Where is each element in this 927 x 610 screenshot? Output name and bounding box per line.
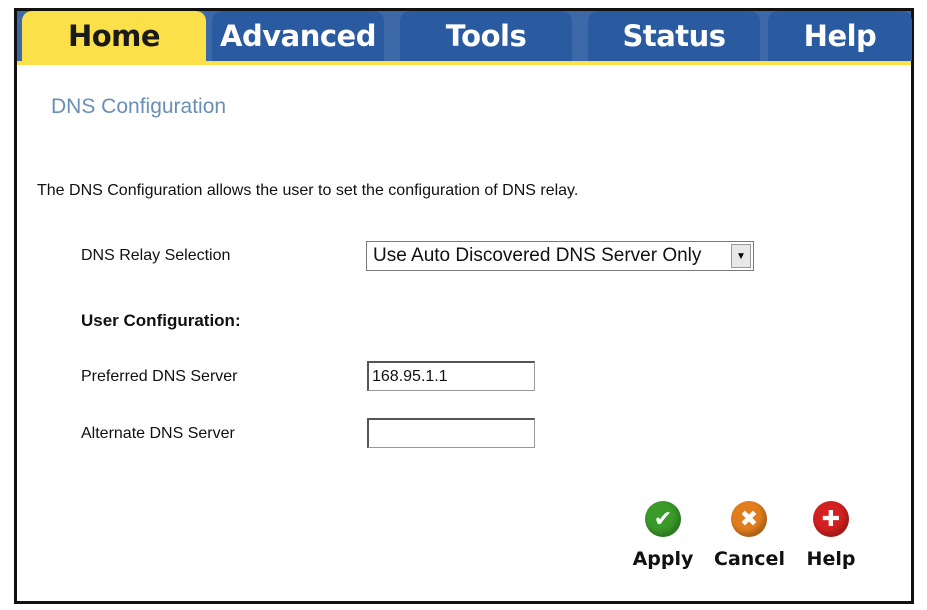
alternate-dns-label: Alternate DNS Server xyxy=(81,425,235,442)
preferred-dns-label: Preferred DNS Server xyxy=(81,368,238,385)
dns-relay-selected-value: Use Auto Discovered DNS Server Only xyxy=(373,245,702,266)
page-description: The DNS Configuration allows the user to… xyxy=(37,182,579,199)
apply-button[interactable]: ✔ Apply xyxy=(628,501,698,570)
tab-underline xyxy=(17,61,911,65)
tab-bar: Home Advanced Tools Status Help xyxy=(17,11,912,61)
cancel-x-icon: ✖ xyxy=(731,501,767,537)
dropdown-arrow-icon[interactable]: ▼ xyxy=(731,244,751,268)
preferred-dns-input[interactable]: 168.95.1.1 xyxy=(367,361,535,391)
page-title: DNS Configuration xyxy=(51,95,227,118)
dns-relay-label: DNS Relay Selection xyxy=(81,247,231,264)
tab-help[interactable]: Help xyxy=(768,11,912,61)
cancel-button[interactable]: ✖ Cancel xyxy=(714,501,785,570)
tab-status[interactable]: Status xyxy=(588,11,760,61)
apply-label: Apply xyxy=(632,548,694,570)
alternate-dns-input[interactable] xyxy=(367,418,535,448)
help-button[interactable]: ✚ Help xyxy=(796,501,866,570)
tab-home[interactable]: Home xyxy=(22,11,206,61)
router-config-window: Home Advanced Tools Status Help DNS Conf… xyxy=(14,8,914,604)
tab-advanced[interactable]: Advanced xyxy=(212,11,384,61)
plus-help-icon: ✚ xyxy=(813,501,849,537)
checkmark-icon: ✔ xyxy=(645,501,681,537)
help-label: Help xyxy=(806,548,856,570)
tab-tools[interactable]: Tools xyxy=(400,11,572,61)
cancel-label: Cancel xyxy=(714,548,785,570)
user-config-heading: User Configuration: xyxy=(81,311,241,330)
dns-relay-select[interactable]: Use Auto Discovered DNS Server Only ▼ xyxy=(366,241,754,271)
